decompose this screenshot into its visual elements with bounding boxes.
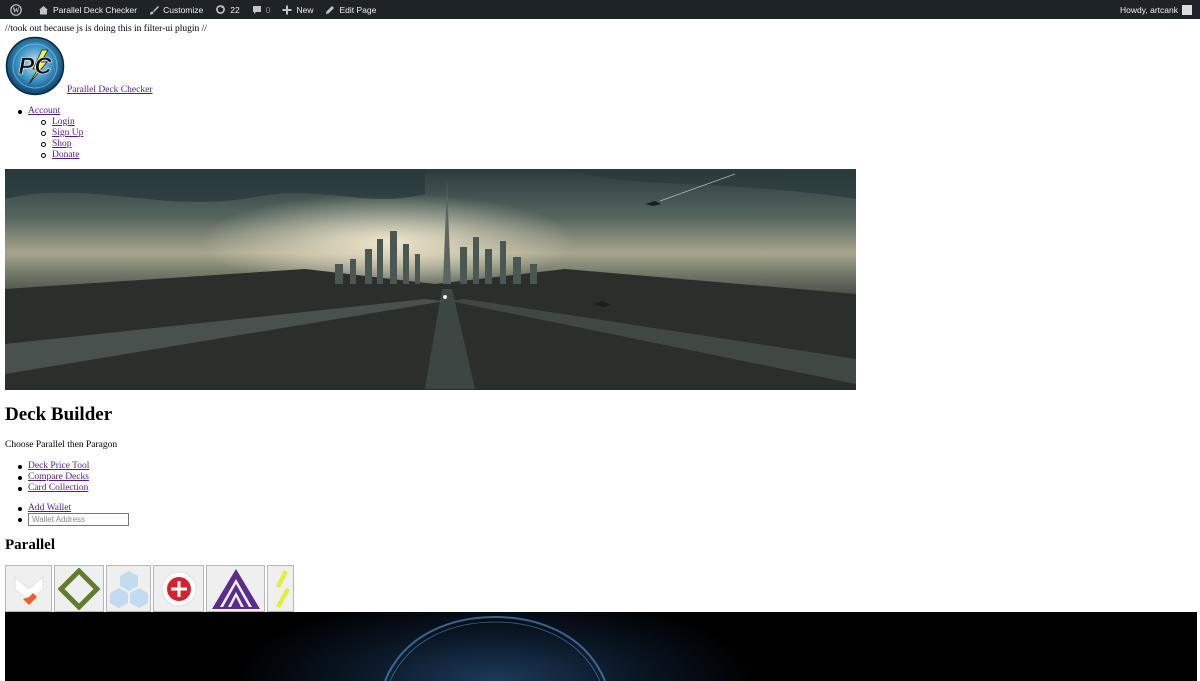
svg-text:W: W <box>13 6 20 14</box>
faction-yellow-button[interactable] <box>267 565 294 612</box>
orange-faction-icon <box>14 575 43 605</box>
planet-glow <box>384 615 606 681</box>
compare-decks-link[interactable]: Compare Decks <box>28 472 89 482</box>
updates-button[interactable]: 22 <box>209 0 245 19</box>
edit-page-button[interactable]: Edit Page <box>319 0 382 19</box>
refresh-icon <box>216 5 226 14</box>
site-title: Parallel Deck Checker <box>67 85 153 95</box>
site-name-label: Parallel Deck Checker <box>53 4 138 15</box>
site-name-button[interactable]: Parallel Deck Checker <box>32 0 143 19</box>
paintbrush-icon <box>150 5 160 14</box>
purple-faction-icon <box>211 568 260 609</box>
blue-faction-icon <box>109 570 148 608</box>
list-bullet <box>18 476 22 480</box>
logo-lettering: PC <box>18 53 52 80</box>
nav-shop-link[interactable]: Shop <box>52 139 72 149</box>
faction-orange-button[interactable] <box>5 565 52 612</box>
city-scene <box>5 169 856 390</box>
list-bullet <box>18 507 22 511</box>
admin-bar: W Parallel Deck Checker Customize 22 0 N… <box>0 0 1200 19</box>
list-bullet <box>41 131 46 136</box>
comments-button[interactable]: 0 <box>246 0 277 19</box>
wordpress-icon: W <box>10 3 22 16</box>
comment-icon <box>252 5 261 14</box>
page-subtitle: Choose Parallel then Paragon <box>5 440 118 450</box>
list-bullet <box>18 518 22 522</box>
wallet-address-input[interactable] <box>28 513 129 526</box>
customize-button[interactable]: Customize <box>143 0 209 19</box>
my-account-button[interactable]: Howdy, artcank <box>1114 0 1200 19</box>
yellow-faction-icon <box>275 569 290 608</box>
site-logo-icon: PC <box>5 36 65 96</box>
nav-login-link[interactable]: Login <box>52 117 75 127</box>
faction-green-button[interactable] <box>54 565 104 612</box>
list-bullet <box>41 142 46 147</box>
comments-count: 0 <box>265 4 271 15</box>
nav-account-link[interactable]: Account <box>28 106 60 116</box>
customize-label: Customize <box>163 4 204 15</box>
howdy-label: Howdy, artcank <box>1120 4 1178 15</box>
dev-note-text: //took out because js is doing this in f… <box>5 24 207 34</box>
card-collection-link[interactable]: Card Collection <box>28 483 88 493</box>
page-title: Deck Builder <box>5 404 113 425</box>
new-label: New <box>296 4 314 15</box>
home-icon <box>39 5 48 14</box>
new-content-button[interactable]: New <box>276 0 319 19</box>
wordpress-logo-button[interactable]: W <box>4 0 32 19</box>
add-wallet-link[interactable]: Add Wallet <box>28 503 71 513</box>
hero-banner-image <box>5 169 856 390</box>
red-faction-icon <box>161 571 196 606</box>
faction-purple-button[interactable] <box>206 565 265 612</box>
edit-page-label: Edit Page <box>339 4 377 15</box>
background-image <box>5 612 1197 681</box>
list-bullet <box>18 465 22 469</box>
list-bullet <box>41 153 46 158</box>
list-bullet <box>18 487 22 491</box>
list-bullet <box>41 120 46 125</box>
deck-price-tool-link[interactable]: Deck Price Tool <box>28 461 89 471</box>
list-bullet <box>18 110 22 114</box>
faction-blue-button[interactable] <box>106 565 151 612</box>
green-faction-icon <box>58 567 100 610</box>
section-title: Parallel <box>5 537 55 553</box>
nav-signup-link[interactable]: Sign Up <box>52 128 83 138</box>
updates-count: 22 <box>230 4 240 15</box>
site-logo-link[interactable]: PC Parallel Deck Checker <box>5 36 152 96</box>
nav-donate-link[interactable]: Donate <box>52 150 79 160</box>
faction-red-button[interactable] <box>153 565 204 612</box>
avatar <box>1182 4 1192 15</box>
pencil-icon <box>326 5 335 14</box>
plus-icon <box>282 5 292 14</box>
